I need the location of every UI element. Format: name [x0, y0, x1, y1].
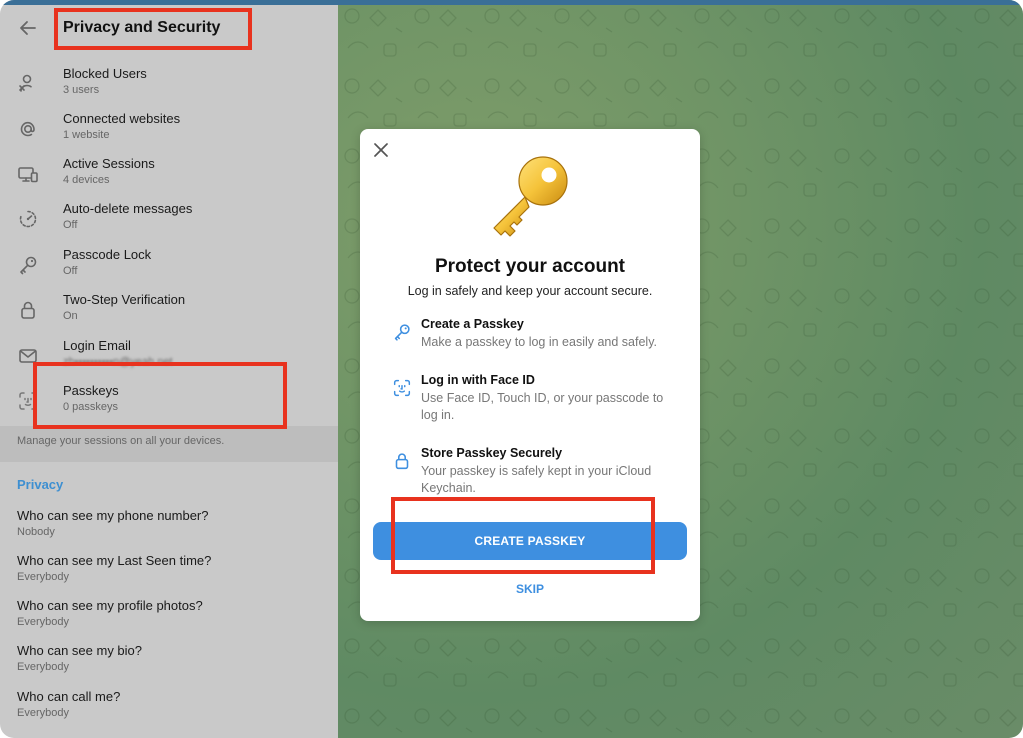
at-sign-icon — [20, 121, 35, 137]
lock-icon — [21, 301, 35, 319]
privacy-item-bio[interactable]: Who can see my bio? Everybody — [0, 643, 338, 687]
menu-item-active-sessions[interactable]: Active Sessions 4 devices — [0, 152, 338, 196]
menu-item-label: Auto-delete messages — [63, 201, 193, 216]
privacy-item-value: Everybody — [17, 707, 69, 719]
highlight-box-create-passkey — [391, 497, 655, 574]
lock-icon — [395, 453, 409, 470]
privacy-item-value: Everybody — [17, 571, 69, 583]
modal-title: Protect your account — [434, 256, 626, 277]
app-window: Privacy and Security Blocked Users 3 use… — [0, 0, 1023, 738]
golden-key-illustration — [493, 156, 568, 237]
privacy-section-heading: Privacy — [17, 477, 64, 492]
window-top-strip — [0, 0, 1023, 5]
sessions-note-text: Manage your sessions on all your devices… — [17, 435, 225, 447]
back-arrow-icon[interactable] — [16, 16, 40, 40]
timer-icon — [19, 210, 37, 228]
menu-item-value: Off — [63, 219, 78, 231]
highlight-box-title — [54, 8, 252, 50]
menu-item-value: 3 users — [63, 84, 100, 96]
privacy-item-label: Who can see my bio? — [17, 643, 143, 658]
menu-item-value: On — [63, 310, 78, 322]
key-icon — [394, 324, 410, 341]
privacy-item-value: Everybody — [17, 661, 69, 673]
feature-description: Make a passkey to log in easily and safe… — [421, 335, 658, 349]
menu-item-value: Off — [63, 265, 78, 277]
feature-title: Store Passkey Securely — [421, 446, 563, 460]
menu-item-value: 1 website — [63, 129, 110, 141]
modal-subtitle: Log in safely and keep your account secu… — [407, 284, 653, 298]
privacy-item-label: Who can see my phone number? — [17, 508, 209, 523]
privacy-item-label: Who can see my Last Seen time? — [17, 553, 212, 568]
privacy-item-value: Nobody — [17, 526, 55, 538]
privacy-item-value: Everybody — [17, 616, 69, 628]
skip-button[interactable]: SKIP — [490, 579, 570, 599]
sessions-note: Manage your sessions on all your devices… — [0, 426, 338, 462]
devices-icon — [18, 167, 38, 183]
menu-item-passcode-lock[interactable]: Passcode Lock Off — [0, 243, 338, 287]
menu-item-two-step-verification[interactable]: Two-Step Verification On — [0, 288, 338, 332]
privacy-item-profile-photos[interactable]: Who can see my profile photos? Everybody — [0, 598, 338, 642]
feature-description: Your passkey is safely kept in your iClo… — [421, 464, 652, 495]
privacy-item-label: Who can see my profile photos? — [17, 598, 203, 613]
key-icon — [20, 256, 37, 275]
feature-title: Log in with Face ID — [421, 373, 535, 387]
menu-item-label: Connected websites — [63, 111, 181, 126]
privacy-item-last-seen[interactable]: Who can see my Last Seen time? Everybody — [0, 553, 338, 597]
menu-item-blocked-users[interactable]: Blocked Users 3 users — [0, 62, 338, 106]
privacy-item-label: Who can call me? — [17, 689, 121, 704]
close-icon[interactable] — [373, 142, 389, 158]
blocked-user-icon — [19, 74, 32, 92]
face-id-icon — [393, 379, 411, 397]
menu-item-label: Two-Step Verification — [63, 292, 186, 307]
menu-item-label: Blocked Users — [63, 66, 147, 81]
menu-item-auto-delete[interactable]: Auto-delete messages Off — [0, 197, 338, 241]
menu-item-value: 4 devices — [63, 174, 110, 186]
menu-item-label: Passcode Lock — [63, 247, 152, 262]
privacy-item-phone-number[interactable]: Who can see my phone number? Nobody — [0, 508, 338, 552]
privacy-item-calls[interactable]: Who can call me? Everybody — [0, 689, 338, 733]
feature-title: Create a Passkey — [421, 317, 524, 331]
menu-item-label: Active Sessions — [63, 156, 155, 171]
feature-description: Use Face ID, Touch ID, or your passcode … — [421, 391, 664, 422]
highlight-box-passkeys — [33, 362, 287, 429]
menu-item-connected-websites[interactable]: Connected websites 1 website — [0, 107, 338, 151]
menu-item-label: Login Email — [63, 338, 131, 353]
